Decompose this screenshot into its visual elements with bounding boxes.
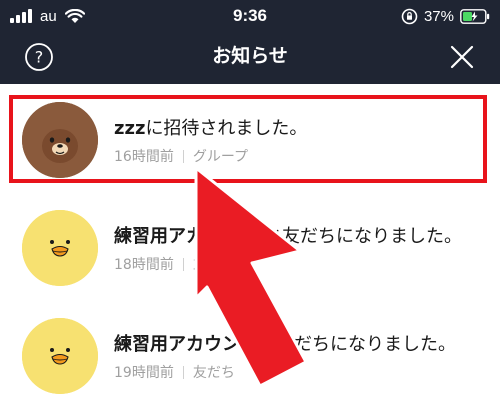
notification-title: zzzに招待されました。: [114, 114, 307, 140]
orientation-lock-icon: [401, 8, 418, 24]
notification-category: 友だち: [192, 365, 235, 381]
notification-item-group-invite[interactable]: zzzに招待されました。 16時間前 グループ: [0, 84, 500, 192]
status-right: 37%: [401, 0, 490, 32]
notification-title: 練習用アカ と友だちになりました。: [114, 222, 462, 248]
notification-meta: 19時間前 友だち: [114, 362, 235, 382]
bear-face-icon: [22, 102, 98, 178]
close-icon[interactable]: [448, 43, 476, 71]
notification-item-friend-added[interactable]: 練習用アカ と友だちになりました。 18時間前 友: [0, 192, 500, 300]
sally-avatar: [22, 210, 98, 286]
notification-meta: 16時間前 グループ: [114, 146, 248, 166]
chick-face-icon: [22, 318, 98, 394]
notification-message: と友だちになりました。: [258, 334, 456, 355]
header-bar: ? お知らせ: [0, 32, 500, 84]
notification-message: と友だちになりました。: [264, 226, 462, 247]
notification-actor: zzz: [114, 118, 146, 139]
meta-divider: [182, 365, 184, 379]
notification-actor: 練習用アカウント: [114, 334, 258, 355]
notification-category: 友: [192, 257, 207, 273]
notification-title: 練習用アカウントと友だちになりました。: [114, 330, 456, 356]
notification-item-friend-added[interactable]: 練習用アカウントと友だちになりました。 19時間前 友だち: [0, 300, 500, 408]
page-title: お知らせ: [212, 45, 288, 67]
notification-list: zzzに招待されました。 16時間前 グループ 練習用アカ と友だちになりました…: [0, 84, 500, 418]
meta-divider: [182, 257, 184, 271]
meta-divider: [182, 149, 184, 163]
sally-avatar: [22, 318, 98, 394]
notification-message: に招待されました。: [145, 118, 308, 139]
chick-face-icon: [22, 210, 98, 286]
notification-category: グループ: [192, 149, 248, 165]
battery-percentage: 37%: [423, 7, 454, 25]
notification-time: 19時間前: [114, 365, 174, 381]
notification-meta: 18時間前 友: [114, 254, 207, 274]
notification-actor: 練習用アカ: [114, 226, 204, 247]
notification-time: 18時間前: [114, 257, 174, 273]
notification-time: 16時間前: [114, 149, 174, 165]
notifications-screen: au 9:36 37% ? お知らせ zzzに招待されました。 16時間前 グル…: [0, 0, 500, 418]
battery-charging-icon: [460, 8, 490, 24]
brown-bear-avatar: [22, 102, 98, 178]
status-bar: au 9:36 37%: [0, 0, 500, 32]
